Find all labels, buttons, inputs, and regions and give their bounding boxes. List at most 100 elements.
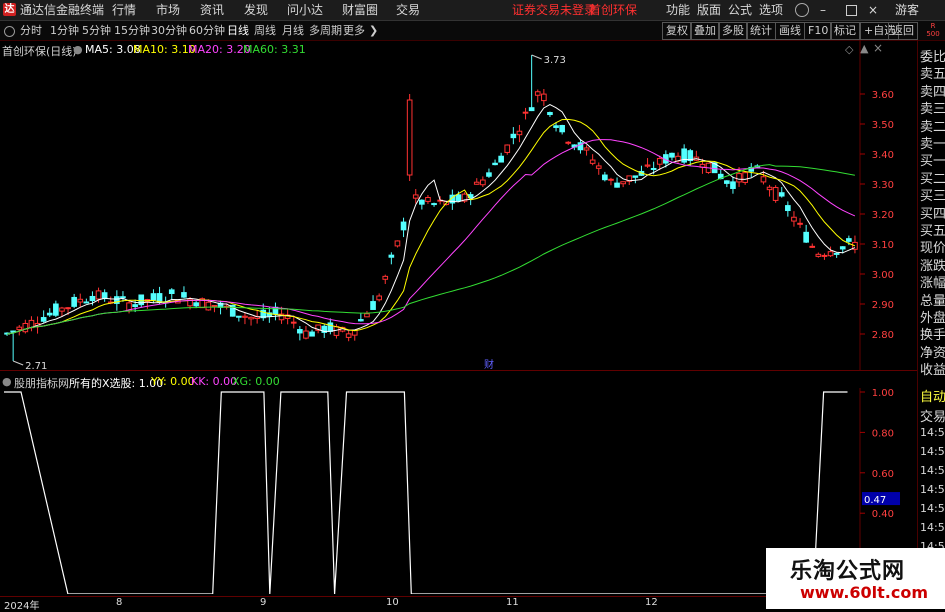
candle-body <box>419 199 425 205</box>
more-chevron-icon[interactable]: ❯ <box>369 21 378 40</box>
period-multi[interactable]: 多周期 <box>309 21 342 40</box>
indicator-xg: XG: 0.00 <box>232 375 280 388</box>
x-tick: 2024年 <box>4 601 40 612</box>
candle-body <box>492 162 498 166</box>
candle-body <box>181 292 187 298</box>
candle-body <box>510 133 517 139</box>
menu-banmian[interactable]: 版面 <box>697 0 721 20</box>
candle-body <box>547 112 553 116</box>
maximize-icon[interactable] <box>846 5 857 16</box>
candle-body <box>364 313 370 318</box>
menu-hangqing[interactable]: 行情 <box>112 0 136 20</box>
menu-caifuquan[interactable]: 财富圈 <box>342 0 378 20</box>
period-5min[interactable]: 5分钟 <box>82 21 111 40</box>
watermark-logo: 乐淘公式网 <box>790 559 906 584</box>
quote-label: 自动 <box>920 389 945 405</box>
indicator-kk: KK: 0.00 <box>191 375 238 388</box>
fuquan-button[interactable]: 复权 <box>662 22 692 40</box>
x-tick: 8 <box>116 597 123 608</box>
menu-zixun[interactable]: 资讯 <box>200 0 224 20</box>
tick-time: 14:56 <box>920 520 945 534</box>
candle-body <box>797 222 803 225</box>
candle-body <box>583 147 590 151</box>
huaxian-button[interactable]: 画线 <box>775 22 805 40</box>
period-month[interactable]: 月线 <box>282 21 304 40</box>
watermark-url: www.60lt.com <box>800 583 929 602</box>
candle-body <box>614 182 620 188</box>
close-icon[interactable]: × <box>868 0 878 20</box>
period-30min[interactable]: 30分钟 <box>151 21 187 40</box>
menu-shichang[interactable]: 市场 <box>156 0 180 20</box>
quote-label: 涨跌 <box>920 258 945 274</box>
candle-body <box>565 141 572 144</box>
period-toolbar: 分时 1分钟 5分钟 15分钟 30分钟 60分钟 日线 周线 月线 多周期 更… <box>0 21 945 41</box>
biaoji-button[interactable]: 标记 <box>830 22 860 40</box>
y-tick-label: 3.20 <box>872 210 894 221</box>
duogu-button[interactable]: 多股 <box>718 22 748 40</box>
period-day[interactable]: 日线 <box>227 21 249 40</box>
candle-body <box>77 298 84 303</box>
candle-body <box>236 315 242 318</box>
diejia-button[interactable]: 叠加 <box>690 22 720 40</box>
stock-name-header: 首创环保 <box>589 3 638 17</box>
indicator-yy: YY: 0.00 <box>151 375 195 388</box>
quote-label: 涨幅 <box>920 276 945 292</box>
quote-label: 换手 <box>920 328 945 344</box>
login-warning[interactable]: 证券交易未登录 <box>512 0 596 20</box>
period-more[interactable]: 更多 <box>343 21 365 40</box>
period-fenshi[interactable]: 分时 <box>20 21 42 40</box>
guest-label[interactable]: 游客 <box>895 0 919 20</box>
quote-label: 总量 <box>920 293 945 309</box>
candle-body <box>504 144 511 153</box>
quote-label: 收益 <box>920 363 945 379</box>
indicator-toggle-icon[interactable]: ● <box>2 375 12 388</box>
f10-button[interactable]: F10 <box>804 22 833 40</box>
quote-label: 卖四 <box>920 84 945 100</box>
menu-gongshi[interactable]: 公式 <box>728 0 752 20</box>
candle-body <box>553 125 559 128</box>
candle-body <box>22 322 29 333</box>
candlestick-chart[interactable]: 3.60 3.50 3.40 3.30 3.20 3.10 3.00 2.90 2.80 3.73… <box>0 40 917 370</box>
back-button[interactable]: 返回 <box>888 22 918 40</box>
tongji-button[interactable]: 统计 <box>746 22 776 40</box>
candle-body <box>242 315 248 318</box>
candle-body <box>193 302 199 307</box>
candle-body <box>345 333 352 338</box>
candle-body <box>95 290 102 300</box>
ma5-line <box>6 104 856 335</box>
candle-body <box>290 321 297 324</box>
tick-time: 14:56 <box>920 501 945 515</box>
user-icon[interactable] <box>795 3 809 17</box>
period-1min[interactable]: 1分钟 <box>50 21 79 40</box>
candle-body <box>53 303 59 316</box>
candle-body <box>760 176 767 183</box>
period-60min[interactable]: 60分钟 <box>189 21 225 40</box>
y-tick-label: 3.50 <box>872 120 894 131</box>
quote-label: 买四 <box>920 206 945 222</box>
menu-jiaoyi[interactable]: 交易 <box>396 0 420 20</box>
quote-label: 卖一 <box>920 137 945 152</box>
tick-time: 14:56 <box>920 482 945 496</box>
period-week[interactable]: 周线 <box>254 21 276 40</box>
candle-body <box>150 293 157 301</box>
candle-body <box>650 167 657 170</box>
menu-gongneng[interactable]: 功能 <box>666 0 690 20</box>
candle-body <box>809 245 816 248</box>
candle-body <box>821 254 828 257</box>
period-15min[interactable]: 15分钟 <box>114 21 150 40</box>
menu-xuanxiang[interactable]: 选项 <box>759 0 783 20</box>
candle-body <box>309 331 315 337</box>
minimize-icon[interactable]: – <box>820 0 826 20</box>
candle-body <box>498 155 504 163</box>
menu-faxian[interactable]: 发现 <box>244 0 268 20</box>
menu-wenxiaoda[interactable]: 问小达 <box>287 0 323 20</box>
candle-body <box>431 203 437 206</box>
y-tick-label: 2.80 <box>872 330 894 341</box>
candle-body <box>656 158 663 165</box>
y-tick-label: 3.40 <box>872 150 894 161</box>
candle-body <box>16 326 23 331</box>
candle-body <box>522 111 529 114</box>
candle-body <box>358 319 364 322</box>
candle-body <box>559 124 565 133</box>
candle-body <box>168 289 175 295</box>
